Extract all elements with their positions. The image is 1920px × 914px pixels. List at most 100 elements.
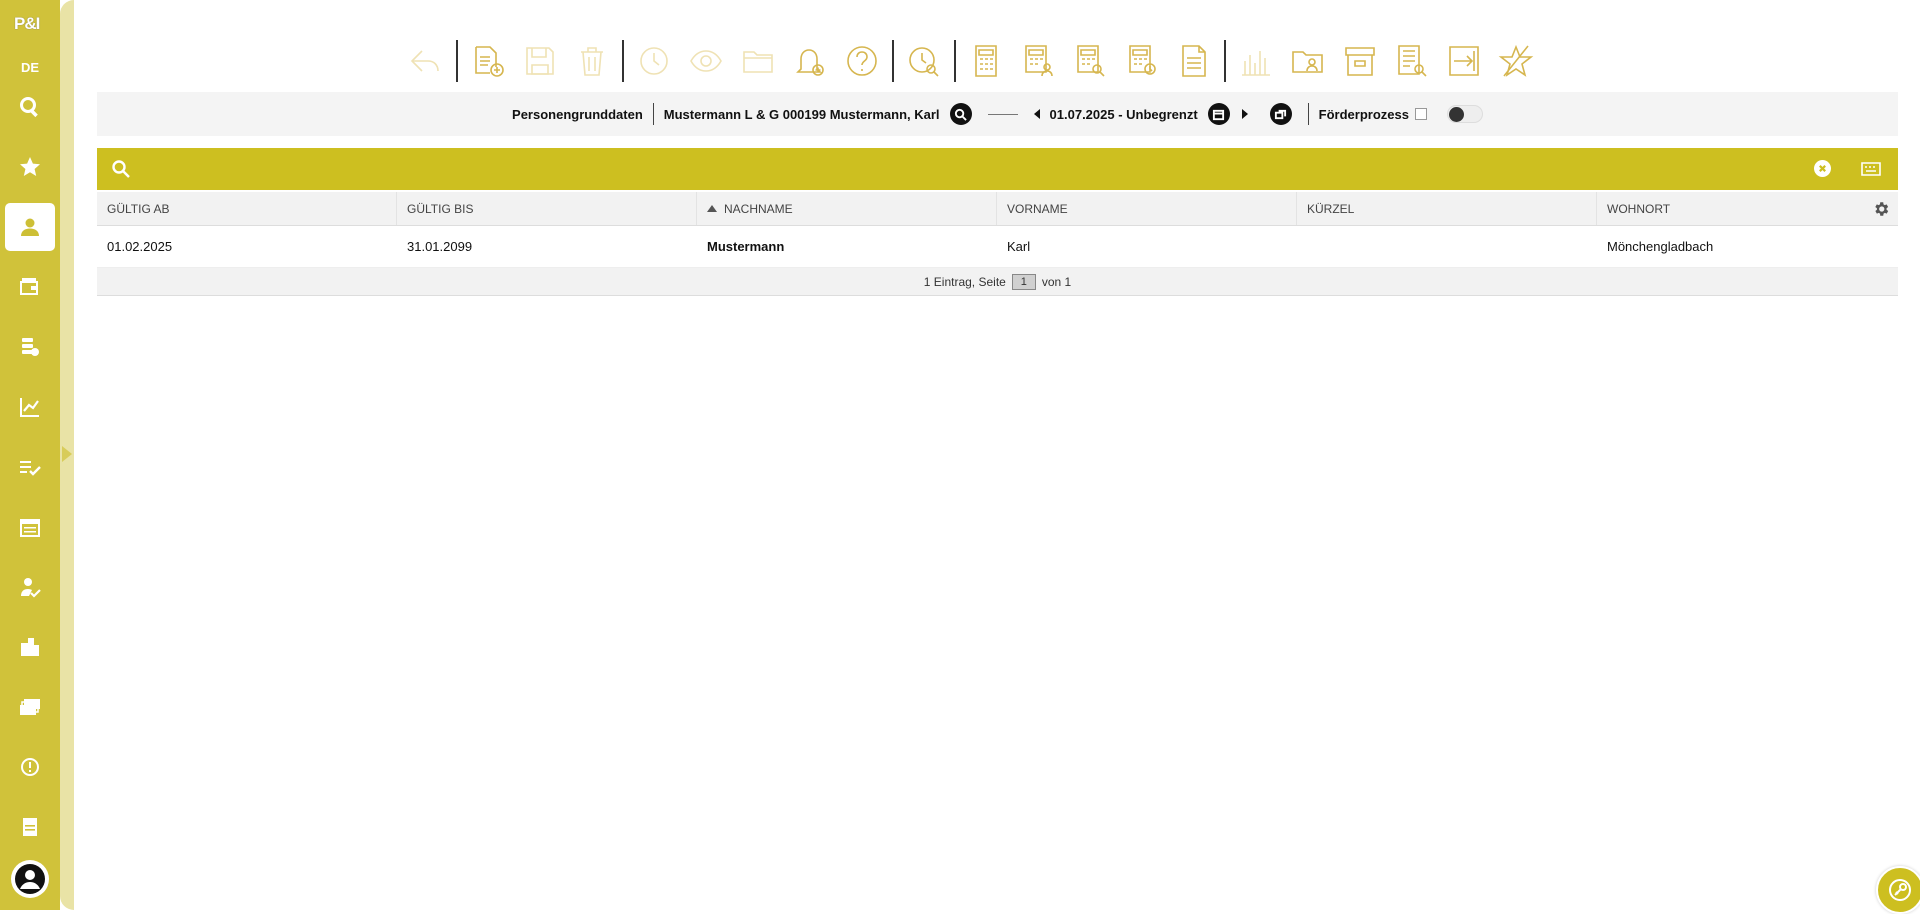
- column-header-abbreviation[interactable]: KÜRZEL: [1297, 192, 1597, 225]
- folder-person-icon: [1292, 51, 1323, 73]
- corner-tool-button[interactable]: [1876, 866, 1920, 914]
- sidebar-item-payments[interactable]: [5, 683, 55, 731]
- toolbar-list-search[interactable]: [1386, 38, 1438, 84]
- toolbar-favorite[interactable]: [1490, 38, 1542, 84]
- calendar-button[interactable]: [1207, 103, 1230, 125]
- toolbar-divider: [456, 40, 458, 82]
- user-avatar-icon: [15, 864, 45, 894]
- search-bar: [97, 148, 1898, 190]
- sidebar-item-search[interactable]: [5, 83, 55, 131]
- key-icon: [1889, 879, 1911, 901]
- person-search-button[interactable]: [949, 103, 972, 125]
- toolbar-text-document[interactable]: [1168, 38, 1220, 84]
- text-document-icon: [1182, 45, 1206, 77]
- toolbar-help[interactable]: [836, 38, 888, 84]
- toolbar-calculation[interactable]: [960, 38, 1012, 84]
- table-row[interactable]: 01.02.2025 31.01.2099 Mustermann Karl Mö…: [97, 226, 1898, 268]
- windows-icon: [1275, 109, 1287, 119]
- toolbar-reminder[interactable]: [784, 38, 836, 84]
- previous-period-button[interactable]: [1033, 109, 1040, 119]
- sidebar-item-documents[interactable]: [5, 803, 55, 851]
- context-dash: [987, 113, 1018, 115]
- history-icon: [640, 47, 668, 75]
- alert-icon: [21, 758, 39, 776]
- clear-search-button[interactable]: [1814, 160, 1831, 177]
- user-avatar[interactable]: [11, 860, 49, 898]
- expand-arrow-icon[interactable]: [62, 446, 72, 462]
- current-page-input[interactable]: 1: [1011, 273, 1036, 290]
- cell-valid-from: 01.02.2025: [107, 239, 173, 254]
- toolbar-person-folder[interactable]: [1282, 38, 1334, 84]
- save-icon: [526, 47, 554, 75]
- process-toggle[interactable]: [1446, 105, 1483, 123]
- results-table: GÜLTIG AB GÜLTIG BIS NACHNAME VORNAME KÜ…: [97, 192, 1898, 296]
- toolbar-new[interactable]: [462, 38, 514, 84]
- toolbar-export[interactable]: [1438, 38, 1490, 84]
- toolbar-calculation-time[interactable]: [1116, 38, 1168, 84]
- clock-search-icon: [909, 47, 939, 77]
- selected-person: Mustermann L & G 000199 Mustermann, Karl: [663, 106, 940, 122]
- person-check-icon: [21, 578, 41, 598]
- sidebar-item-statistics[interactable]: [5, 383, 55, 431]
- sidebar-item-wallet[interactable]: [5, 263, 55, 311]
- keyboard-icon: [1861, 162, 1881, 176]
- sidebar-item-favorites[interactable]: [5, 143, 55, 191]
- sidebar-item-alerts[interactable]: [5, 743, 55, 791]
- toolbar-calculation-search[interactable]: [1064, 38, 1116, 84]
- toolbar-evaluation[interactable]: [1230, 38, 1282, 84]
- sort-ascending-icon: [707, 205, 717, 212]
- sidebar-item-tasks[interactable]: [5, 443, 55, 491]
- module-name: Personengrunddaten: [512, 106, 643, 122]
- copy-window-button[interactable]: [1269, 103, 1292, 125]
- sidebar-item-approvals[interactable]: [5, 563, 55, 611]
- cell-firstname: Karl: [1007, 239, 1031, 254]
- process-label: Förderprozess: [1318, 106, 1409, 122]
- document-icon: [23, 818, 37, 836]
- toolbar-undo[interactable]: [400, 38, 452, 84]
- toolbar-history[interactable]: [628, 38, 680, 84]
- period-range: 01.07.2025 - Unbegrenzt: [1049, 106, 1198, 122]
- person-icon: [21, 218, 39, 236]
- language-switch[interactable]: DE: [0, 60, 60, 75]
- column-header-valid-from[interactable]: GÜLTIG AB: [97, 192, 397, 225]
- sidebar-item-finances[interactable]: [5, 323, 55, 371]
- table-settings-button[interactable]: [1872, 200, 1890, 218]
- cell-valid-to: 31.01.2099: [407, 239, 473, 254]
- toolbar-view[interactable]: [680, 38, 732, 84]
- sidebar-item-institutions[interactable]: [5, 623, 55, 671]
- calendar-icon: [1213, 109, 1225, 120]
- toolbar-archive[interactable]: [1334, 38, 1386, 84]
- eye-icon: [690, 50, 722, 72]
- bell-add-icon: [796, 49, 824, 76]
- sidebar-item-calendar[interactable]: [5, 503, 55, 551]
- pagination: 1 Eintrag, Seite 1 von 1: [97, 268, 1898, 296]
- toolbar-calculation-person[interactable]: [1012, 38, 1064, 84]
- calculator-search-icon: [1077, 45, 1105, 77]
- gear-icon: [1875, 202, 1889, 216]
- search-input[interactable]: [137, 154, 1787, 184]
- keyboard-toggle-button[interactable]: [1861, 161, 1881, 177]
- toolbar-time-search[interactable]: [898, 38, 950, 84]
- new-document-icon: [475, 46, 504, 77]
- toolbar-divider: [892, 40, 894, 82]
- money-icon: [20, 699, 40, 715]
- toolbar-save[interactable]: [514, 38, 566, 84]
- list-search-icon: [1398, 45, 1427, 77]
- toggle-knob: [1448, 107, 1464, 122]
- cell-residence: Mönchengladbach: [1607, 239, 1714, 254]
- folder-icon: [743, 51, 773, 73]
- column-header-lastname[interactable]: NACHNAME: [697, 192, 997, 225]
- sidebar-item-persons[interactable]: [5, 203, 55, 251]
- column-header-valid-to[interactable]: GÜLTIG BIS: [397, 192, 697, 225]
- column-header-residence[interactable]: WOHNORT: [1597, 192, 1898, 225]
- process-checkbox[interactable]: [1414, 108, 1427, 120]
- toolbar-folder[interactable]: [732, 38, 784, 84]
- coins-icon: [22, 338, 39, 356]
- context-bar: Personengrunddaten Mustermann L & G 0001…: [97, 92, 1898, 136]
- toolbar-delete[interactable]: [566, 38, 618, 84]
- next-period-button[interactable]: [1241, 109, 1248, 119]
- table-header: GÜLTIG AB GÜLTIG BIS NACHNAME VORNAME KÜ…: [97, 192, 1898, 226]
- column-header-firstname[interactable]: VORNAME: [997, 192, 1297, 225]
- toolbar-divider: [622, 40, 624, 82]
- calculator-clock-icon: [1129, 45, 1156, 75]
